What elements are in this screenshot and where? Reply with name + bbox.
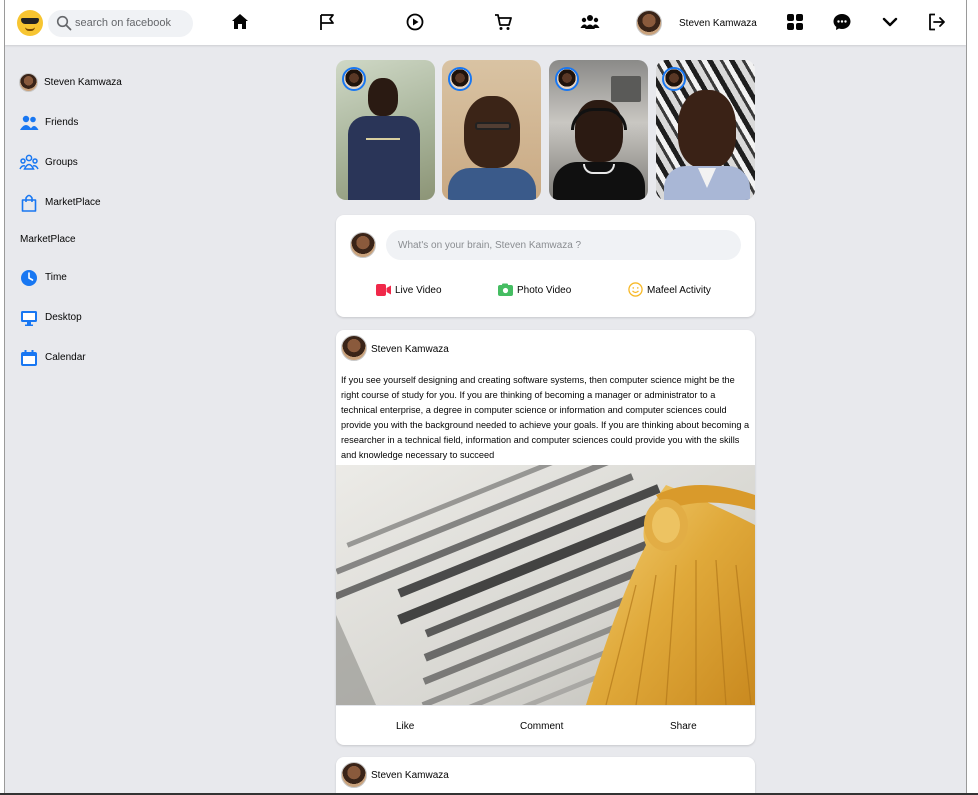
facebook-page: search on facebook Steven Kamwaza Steven…: [5, 0, 966, 795]
live-video-label: Live Video: [395, 285, 442, 296]
window-border-right: [966, 0, 967, 795]
status-input[interactable]: What's on your brain, Steven Kamwaza ?: [386, 230, 741, 260]
share-button[interactable]: Share: [670, 721, 697, 732]
chevron-down-icon[interactable]: [880, 12, 900, 32]
sidebar-item-label: Groups: [45, 157, 78, 168]
status-input-placeholder: What's on your brain, Steven Kamwaza ?: [398, 240, 582, 251]
clock-icon: [21, 270, 37, 286]
photo-icon: [498, 283, 513, 296]
top-navbar: search on facebook Steven Kamwaza: [5, 0, 966, 45]
friends-icon: [20, 115, 39, 130]
messenger-icon[interactable]: [832, 12, 852, 32]
comment-button[interactable]: Comment: [520, 721, 563, 732]
profile-name: Steven Kamwaza: [679, 18, 757, 29]
marketplace-cart-icon[interactable]: [493, 12, 513, 32]
story-avatar: [448, 67, 472, 91]
avatar: [350, 232, 376, 258]
flag-icon[interactable]: [317, 12, 337, 32]
logout-icon[interactable]: [927, 12, 947, 32]
story-card[interactable]: [549, 60, 648, 200]
post-image[interactable]: [336, 465, 755, 705]
calendar-icon: [21, 350, 37, 366]
post-author[interactable]: Steven Kamwaza: [371, 344, 449, 355]
sidebar-item-marketplace-text[interactable]: MarketPlace: [20, 234, 76, 245]
story-avatar: [555, 67, 579, 91]
sidebar-item-label: Steven Kamwaza: [44, 77, 122, 88]
like-button[interactable]: Like: [396, 721, 414, 732]
avatar[interactable]: [341, 762, 367, 788]
post-text: If you see yourself designing and creati…: [341, 375, 750, 460]
photo-video-label: Photo Video: [517, 285, 572, 296]
post-action-bar: Like Comment Share: [336, 705, 755, 745]
shopping-bag-icon: [21, 194, 37, 212]
story-card[interactable]: [656, 60, 755, 200]
groups-icon[interactable]: [580, 12, 600, 32]
feeling-activity-label: Mafeel Activity: [647, 285, 711, 296]
avatar: [19, 73, 38, 92]
sidebar-item-label: Friends: [45, 117, 79, 128]
apps-grid-icon[interactable]: [785, 12, 805, 32]
desktop-icon: [21, 311, 37, 326]
post-composer: What's on your brain, Steven Kamwaza ? L…: [336, 215, 755, 317]
sidebar-item-label: Calendar: [45, 352, 86, 363]
post-author[interactable]: Steven Kamwaza: [371, 770, 449, 781]
groups-icon: [19, 154, 39, 170]
search-icon: [56, 15, 72, 31]
feed-post: Steven Kamwaza If you see yourself desig…: [336, 330, 755, 745]
story-avatar: [662, 67, 686, 91]
story-avatar: [342, 67, 366, 91]
home-icon[interactable]: [230, 12, 250, 32]
live-video-icon: [376, 284, 391, 296]
avatar: [636, 10, 662, 36]
story-card[interactable]: [442, 60, 541, 200]
sidebar-item-label: MarketPlace: [45, 197, 101, 208]
search-box[interactable]: search on facebook: [48, 10, 193, 37]
window-edge-right: [966, 0, 978, 795]
feed-post: Steven Kamwaza: [336, 757, 755, 795]
watch-play-icon[interactable]: [405, 12, 425, 32]
dictionary-tassel-picture: [336, 465, 755, 705]
avatar[interactable]: [341, 335, 367, 361]
smiley-icon: [628, 282, 643, 297]
sidebar-item-label: Desktop: [45, 312, 82, 323]
sunglasses-emoji-icon[interactable]: [17, 10, 43, 36]
story-card[interactable]: [336, 60, 435, 200]
sidebar-item-label: Time: [45, 272, 67, 283]
search-placeholder: search on facebook: [75, 17, 172, 29]
